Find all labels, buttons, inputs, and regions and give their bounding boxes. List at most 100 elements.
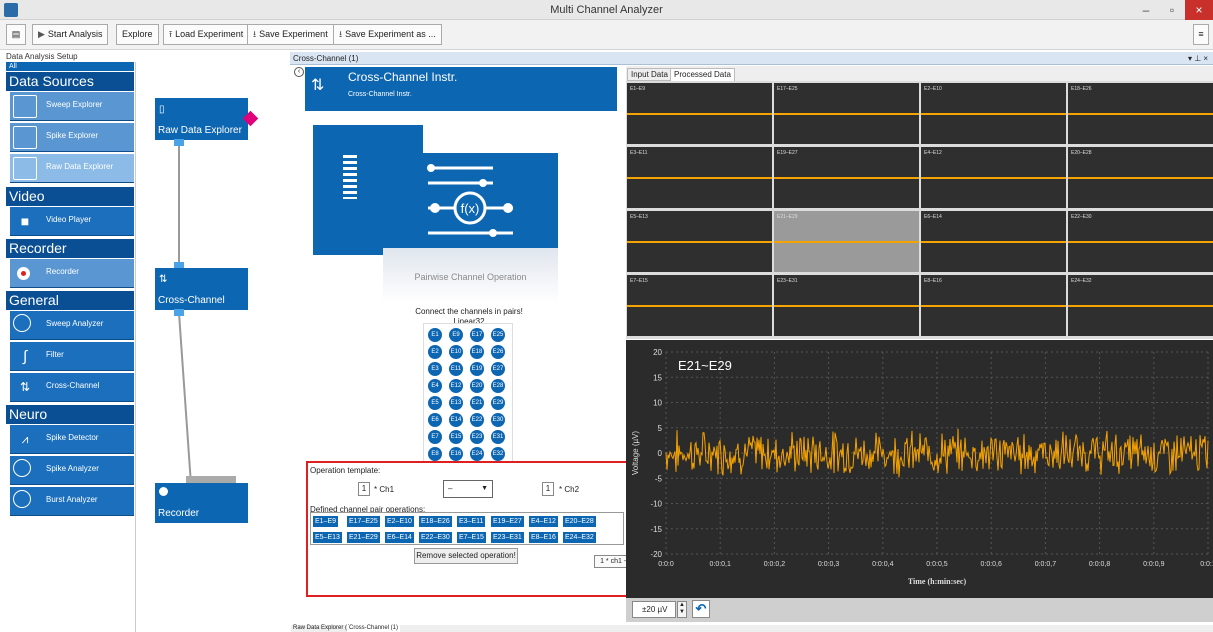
channel-thumbnail[interactable]: E19–E27 [774,147,919,208]
channel-electrode[interactable]: E2 [428,345,442,359]
channel-pair-operation[interactable]: E18–E26 [419,516,452,527]
tool-filter[interactable]: ∫ Filter [10,342,134,371]
node-recorder[interactable]: Recorder [155,483,248,523]
channel-electrode[interactable]: E25 [491,328,505,342]
channel-pair-operation[interactable]: E4–E12 [529,516,558,527]
tool-burst-analyzer[interactable]: Burst Analyzer [10,487,134,516]
coefficient-2-input[interactable]: 1 [542,482,554,496]
channel-pair-operation[interactable]: E23–E31 [491,532,524,543]
channel-pair-operation[interactable]: E3–E11 [457,516,486,527]
channel-pair-operation[interactable]: E24–E32 [563,532,596,543]
channel-pair-operation[interactable]: E19–E27 [491,516,524,527]
channel-pair-operation[interactable]: E21–E29 [347,532,380,543]
pin-icon[interactable]: ▾ ⊥ × [1188,52,1208,65]
filter-all[interactable]: All [6,62,134,71]
channel-electrode[interactable]: E6 [428,413,442,427]
channel-electrode[interactable]: E11 [449,362,463,376]
tool-spike-explorer[interactable]: Spike Explorer [10,123,134,152]
category-recorder[interactable]: Recorder [6,239,134,258]
channel-electrode[interactable]: E29 [491,396,505,410]
menu-button[interactable]: ≡ [1193,24,1209,45]
channel-electrode[interactable]: E12 [449,379,463,393]
operations-list[interactable]: E1–E9 E17–E25 E2–E10 E18–E26 E3–E11 E19–E27 E4… [310,512,624,545]
channel-pair-operation[interactable]: E8–E16 [529,532,558,543]
channel-electrode[interactable]: E26 [491,345,505,359]
channel-thumbnail[interactable]: E21–E29 [774,211,919,272]
close-button[interactable]: × [1185,0,1213,20]
channel-thumbnail[interactable]: E6–E14 [921,211,1066,272]
category-neuro[interactable]: Neuro [6,405,134,424]
coefficient-1-input[interactable]: 1 [358,482,370,496]
doc-tab-cross-channel[interactable]: Cross-Channel (1) [347,625,401,632]
channel-electrode[interactable]: E7 [428,430,442,444]
channel-pair-operation[interactable]: E22–E30 [419,532,452,543]
remove-operation-button[interactable]: Remove selected operation! [414,548,518,564]
category-video[interactable]: Video [6,187,134,206]
channel-electrode[interactable]: E22 [470,413,484,427]
channel-pair-operation[interactable]: E20–E28 [563,516,596,527]
tool-raw-data-explorer[interactable]: Raw Data Explorer [10,154,134,183]
channel-electrode[interactable]: E14 [449,413,463,427]
tool-spike-analyzer[interactable]: Spike Analyzer [10,456,134,485]
explore-button[interactable]: Explore [116,24,159,45]
channel-thumbnail[interactable]: E8–E16 [921,275,1066,336]
channel-electrode[interactable]: E24 [470,447,484,461]
channel-thumbnail[interactable]: E2–E10 [921,83,1066,144]
tab-processed-data[interactable]: Processed Data [670,68,735,81]
tool-sweep-explorer[interactable]: Sweep Explorer [10,92,134,121]
channel-thumbnail[interactable]: E1–E9 [627,83,772,144]
operator-select[interactable]: – ▼ [443,480,493,498]
channel-pair-operation[interactable]: E17–E25 [347,516,380,527]
reset-zoom-button[interactable]: ↶ [692,600,710,618]
channel-thumbnail[interactable]: E3–E11 [627,147,772,208]
channel-pair-operation[interactable]: E2–E10 [385,516,414,527]
channel-electrode[interactable]: E13 [449,396,463,410]
channel-electrode[interactable]: E10 [449,345,463,359]
channel-pair-operation[interactable]: E6–E14 [385,532,414,543]
save-experiment-button[interactable]: ⭳ Save Experiment [247,24,334,45]
channel-thumbnail[interactable]: E17–E25 [774,83,919,144]
restore-button[interactable]: ▫ [1159,0,1185,20]
channel-electrode[interactable]: E15 [449,430,463,444]
channel-thumbnail[interactable]: E24–E32 [1068,275,1213,336]
channel-thumbnail[interactable]: E18–E26 [1068,83,1213,144]
channel-pair-operation[interactable]: E1–E9 [313,516,339,527]
channel-electrode[interactable]: E30 [491,413,505,427]
tool-video-player[interactable]: ■ Video Player [10,207,134,236]
tool-sweep-analyzer[interactable]: Sweep Analyzer [10,311,134,340]
channel-electrode[interactable]: E28 [491,379,505,393]
save-experiment-as-button[interactable]: ⭳ Save Experiment as ... [333,24,442,45]
channel-thumbnail[interactable]: E20–E28 [1068,147,1213,208]
channel-thumbnail[interactable]: E4–E12 [921,147,1066,208]
panel-toggle-button[interactable]: ▤ [6,24,26,45]
node-raw-data-explorer[interactable]: ▯ Raw Data Explorer [155,98,248,140]
load-experiment-button[interactable]: ⭱ Load Experiment [163,24,250,45]
channel-electrode[interactable]: E9 [449,328,463,342]
category-general[interactable]: General [6,291,134,310]
node-output-port[interactable] [174,309,184,316]
channel-electrode[interactable]: E21 [470,396,484,410]
channel-electrode[interactable]: E8 [428,447,442,461]
channel-thumbnail[interactable]: E22–E30 [1068,211,1213,272]
channel-thumbnail[interactable]: E5–E13 [627,211,772,272]
channel-electrode[interactable]: E18 [470,345,484,359]
scale-input[interactable]: ±20 µV [632,601,676,618]
start-analysis-button[interactable]: ▶ Start Analysis [32,24,109,45]
channel-electrode[interactable]: E20 [470,379,484,393]
channel-pair-operation[interactable]: E5–E13 [313,532,342,543]
tool-recorder[interactable]: Recorder [10,259,134,288]
node-cross-channel[interactable]: ⇅ Cross-Channel [155,268,248,310]
selected-channel-plot[interactable]: 20 15 10 5 0 -5 -10 -15 -20 0:0:0 0:0:0,1 0:0:0,2 0:… [626,340,1213,598]
tool-spike-detector[interactable]: ⩘ Spike Detector [10,425,134,454]
channel-electrode[interactable]: E16 [449,447,463,461]
channel-pair-operation[interactable]: E7–E15 [457,532,486,543]
category-data-sources[interactable]: Data Sources [6,72,134,91]
channel-thumbnail[interactable]: E7–E15 [627,275,772,336]
channel-electrode[interactable]: E17 [470,328,484,342]
channel-electrode[interactable]: E1 [428,328,442,342]
minimize-button[interactable]: – [1133,0,1159,20]
collapse-icon[interactable]: ‹ [294,67,304,77]
channel-electrode[interactable]: E19 [470,362,484,376]
scale-spinner[interactable]: ▲ ▼ [677,601,687,618]
channel-electrode[interactable]: E32 [491,447,505,461]
